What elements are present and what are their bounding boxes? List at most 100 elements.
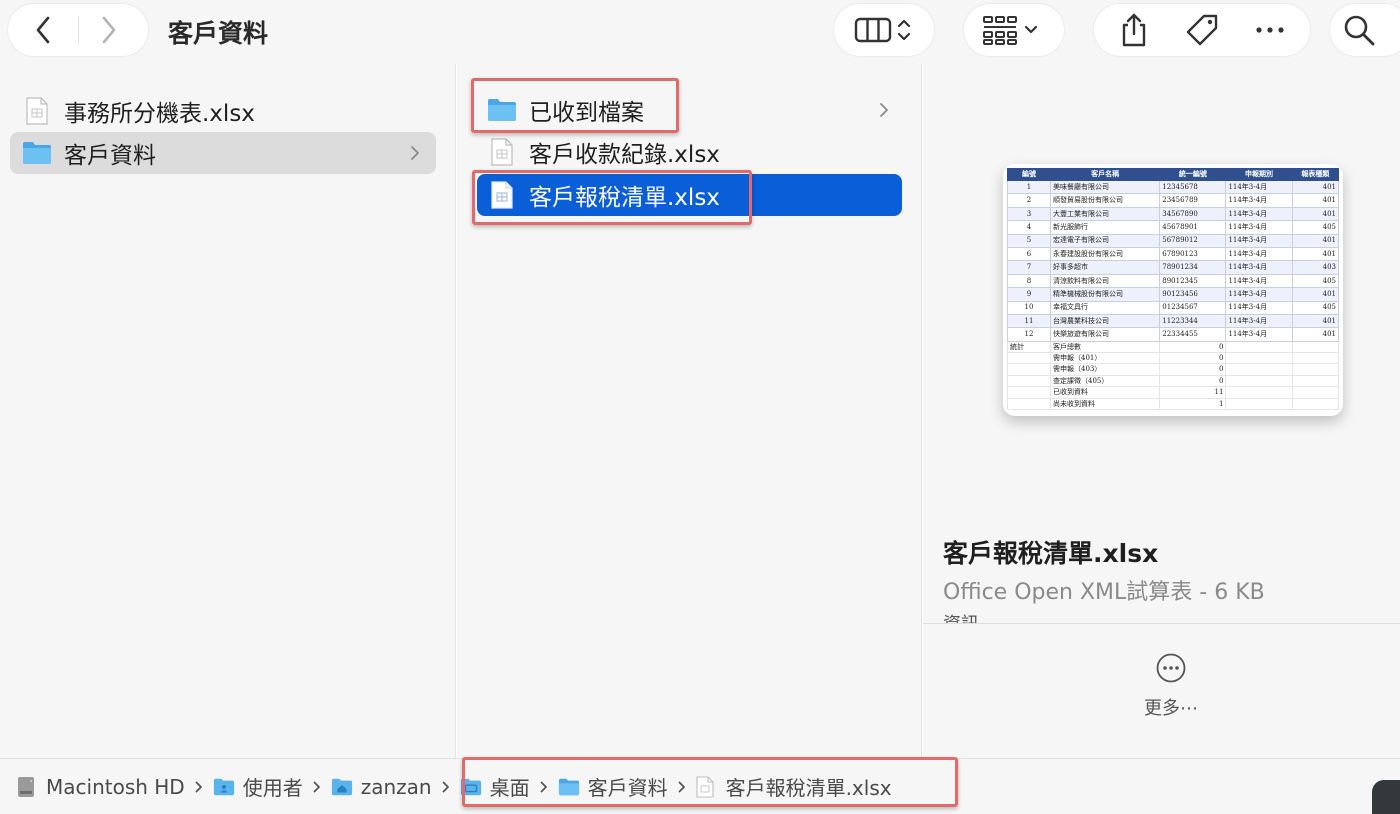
table-cell: 好事多超市 [1050, 260, 1161, 275]
summary-section-label [1006, 363, 1052, 376]
toolbar: 客戶資料 [0, 0, 1400, 64]
header-cell: 客戶名稱 [1050, 168, 1161, 181]
table-cell: 90123456 [1159, 287, 1227, 302]
table-cell: 401 [1291, 246, 1340, 262]
ellipsis-circle-icon [1156, 653, 1186, 683]
table-cell: 56789012 [1159, 233, 1227, 248]
table-row: 6 永春建設股份有限公司 67890123 114年3-4月 401 [1006, 246, 1340, 262]
table-cell: 78901234 [1159, 260, 1227, 275]
summary-section-label [1006, 374, 1052, 388]
summary-label: 尚未收到資料 [1050, 397, 1161, 411]
table-cell: 幸福文具行 [1050, 300, 1161, 315]
share-icon [1122, 13, 1146, 47]
summary-section-label: 統計 [1006, 340, 1052, 354]
summary-value: 0 [1159, 352, 1227, 365]
path-crumb-macintosh-hd[interactable]: Macintosh HD [16, 775, 185, 799]
table-cell: 401 [1291, 327, 1340, 342]
list-item[interactable]: 事務所分機表.xlsx [10, 90, 436, 132]
table-cell: 快樂旅遊有限公司 [1050, 327, 1161, 342]
table-cell: 5 [1006, 233, 1052, 248]
back-button[interactable] [12, 4, 74, 56]
search-button[interactable] [1330, 4, 1400, 56]
table-row: 2 順發貿易股份有限公司 23456789 114年3-4月 401 [1006, 193, 1340, 208]
table-row: 9 精準機械股份有限公司 90123456 114年3-4月 401 [1006, 287, 1340, 302]
table-cell: 10 [1006, 300, 1052, 315]
table-cell: 大豐工業有限公司 [1050, 206, 1161, 222]
preview-pane: 編號 客戶名稱 統一編號 申報期別 報表種類 1 美味餐廳有限公司 12345678… [923, 64, 1400, 758]
table-cell: 4 [1006, 220, 1052, 235]
crumb-label: Macintosh HD [46, 774, 185, 799]
path-crumb-home[interactable]: zanzan [331, 775, 432, 799]
header-cell: 編號 [1006, 168, 1052, 181]
table-cell: 401 [1291, 313, 1340, 329]
table-cell: 22334455 [1159, 327, 1227, 342]
sheet-table: 編號 客戶名稱 統一編號 申報期別 報表種類 1 美味餐廳有限公司 12345678… [1006, 168, 1340, 411]
table-cell: 順發貿易股份有限公司 [1050, 193, 1161, 208]
folder-icon [22, 138, 52, 168]
table-row: 8 清涼飲料有限公司 89012345 114年3-4月 405 [1006, 273, 1340, 289]
summary-value: 0 [1159, 374, 1227, 388]
table-row: 3 大豐工業有限公司 34567890 114年3-4月 401 [1006, 206, 1340, 222]
table-cell: 114年3-4月 [1225, 287, 1293, 302]
more-button[interactable]: 更多⋯ [1123, 652, 1219, 732]
empty-cell [1225, 374, 1293, 388]
table-cell: 01234567 [1159, 300, 1227, 315]
share-button[interactable] [1110, 8, 1158, 52]
spreadsheet-file-icon [487, 137, 517, 167]
forward-button[interactable] [78, 4, 140, 56]
table-cell: 114年3-4月 [1225, 179, 1293, 195]
table-cell: 403 [1291, 260, 1340, 275]
table-row: 1 美味餐廳有限公司 12345678 114年3-4月 401 [1006, 179, 1340, 195]
table-cell: 8 [1006, 273, 1052, 289]
item-label: 事務所分機表.xlsx [64, 101, 255, 127]
empty-cell [1291, 363, 1340, 376]
summary-value: 11 [1159, 386, 1227, 399]
crumb-label: zanzan [360, 774, 432, 799]
table-cell: 114年3-4月 [1225, 300, 1293, 315]
summary-section-label [1006, 352, 1052, 365]
tag-button[interactable] [1178, 8, 1226, 52]
file-thumbnail[interactable]: 編號 客戶名稱 統一編號 申報期別 報表種類 1 美味餐廳有限公司 12345678… [1003, 164, 1343, 416]
summary-row: 需申報（401） 0 [1006, 352, 1340, 365]
chevron-right-icon [313, 781, 321, 793]
table-cell: 114年3-4月 [1225, 193, 1293, 208]
desktop-corner [1372, 780, 1400, 814]
home-folder-icon [331, 776, 353, 798]
summary-section-label [1006, 397, 1052, 411]
table-cell: 401 [1291, 193, 1340, 208]
view-options-button[interactable] [834, 4, 934, 56]
chevron-right-icon [879, 99, 893, 121]
table-cell: 精準機械股份有限公司 [1050, 287, 1161, 302]
table-cell: 405 [1291, 300, 1340, 315]
summary-label: 需申報（403） [1050, 363, 1161, 376]
empty-cell [1291, 386, 1340, 399]
empty-cell [1291, 374, 1340, 388]
table-cell: 2 [1006, 193, 1052, 208]
table-cell: 6 [1006, 246, 1052, 262]
table-row: 11 台灣農業科技公司 11223344 114年3-4月 401 [1006, 313, 1340, 329]
summary-label: 已收到資料 [1050, 386, 1161, 399]
table-cell: 9 [1006, 287, 1052, 302]
more-actions-button[interactable] [1246, 8, 1294, 52]
chevron-right-icon [442, 781, 450, 793]
chevron-right-icon [102, 16, 116, 44]
empty-cell [1225, 340, 1293, 354]
list-item-selected[interactable]: 客戶資料 [10, 132, 436, 174]
header-cell: 申報期別 [1225, 168, 1293, 181]
item-label: 客戶收款紀錄.xlsx [529, 142, 720, 168]
table-row: 5 宏達電子有限公司 56789012 114年3-4月 401 [1006, 233, 1340, 248]
table-header-row: 編號 客戶名稱 統一編號 申報期別 報表種類 [1006, 168, 1340, 181]
table-cell: 宏達電子有限公司 [1050, 233, 1161, 248]
tag-icon [1186, 14, 1218, 46]
more-label: 更多⋯ [1144, 698, 1198, 719]
table-cell: 114年3-4月 [1225, 220, 1293, 235]
table-cell: 11223344 [1159, 313, 1227, 329]
highlight-box-tax-list-file [472, 170, 752, 225]
path-crumb-users[interactable]: 使用者 [213, 772, 303, 801]
table-cell: 1 [1006, 179, 1052, 195]
table-cell: 114年3-4月 [1225, 206, 1293, 222]
table-cell: 114年3-4月 [1225, 246, 1293, 262]
list-item[interactable]: 客戶收款紀錄.xlsx [477, 131, 905, 173]
group-by-button[interactable] [964, 4, 1064, 56]
hard-drive-icon [16, 776, 38, 798]
